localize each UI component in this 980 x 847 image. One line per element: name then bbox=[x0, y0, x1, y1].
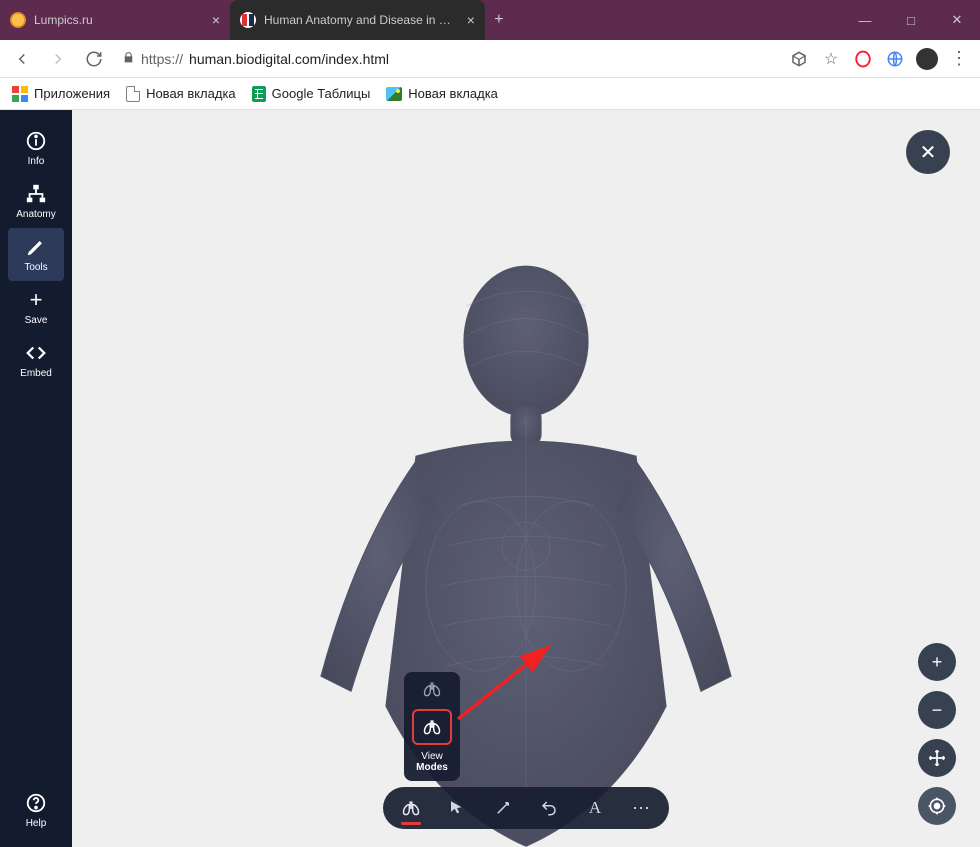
lock-icon bbox=[122, 51, 135, 67]
toolbar-more[interactable]: ⋯ bbox=[629, 793, 653, 823]
rail-label: Anatomy bbox=[16, 209, 55, 220]
bookmark-apps[interactable]: Приложения bbox=[12, 86, 110, 102]
new-tab-button[interactable]: + bbox=[485, 0, 513, 40]
popover-label: View Modes bbox=[416, 751, 448, 773]
opera-icon[interactable] bbox=[850, 46, 876, 72]
rail-save[interactable]: + Save bbox=[8, 281, 64, 334]
tab-lumpics[interactable]: Lumpics.ru × bbox=[0, 0, 230, 40]
minimize-button[interactable]: — bbox=[842, 0, 888, 40]
bookmark-item[interactable]: Новая вкладка bbox=[126, 86, 236, 102]
globe-icon[interactable] bbox=[882, 46, 908, 72]
model-viewport[interactable]: ✕ View Modes bbox=[72, 110, 980, 847]
maximize-button[interactable]: □ bbox=[888, 0, 934, 40]
favicon-lumpics bbox=[10, 12, 26, 28]
url-scheme: https:// bbox=[141, 51, 183, 67]
info-icon bbox=[25, 130, 47, 152]
rail-label: Save bbox=[25, 315, 48, 326]
url-input[interactable]: https:// human.biodigital.com/index.html bbox=[116, 45, 778, 73]
kebab-menu-icon[interactable]: ⋮ bbox=[946, 46, 972, 72]
url-text: human.biodigital.com/index.html bbox=[189, 51, 389, 67]
toolbar-view-modes[interactable] bbox=[399, 793, 423, 823]
toolbar-dissect[interactable] bbox=[491, 793, 515, 823]
close-icon[interactable]: × bbox=[212, 12, 220, 28]
tab-title: Human Anatomy and Disease in … bbox=[264, 13, 451, 27]
rail-anatomy[interactable]: Anatomy bbox=[8, 175, 64, 228]
toolbar-undo[interactable] bbox=[537, 793, 561, 823]
rail-label: Embed bbox=[20, 368, 52, 379]
zoom-controls: + − bbox=[918, 643, 956, 825]
code-icon bbox=[25, 342, 47, 364]
bookmark-label: Новая вкладка bbox=[146, 86, 236, 101]
bookmark-item[interactable]: Новая вкладка bbox=[386, 86, 498, 101]
rail-tools[interactable]: Tools bbox=[8, 228, 64, 281]
back-button[interactable] bbox=[8, 45, 36, 73]
favicon-biodigital bbox=[240, 12, 256, 28]
star-icon[interactable]: ☆ bbox=[818, 46, 844, 72]
zoom-in-button[interactable]: + bbox=[918, 643, 956, 681]
apps-icon bbox=[12, 86, 28, 102]
window-titlebar: Lumpics.ru × Human Anatomy and Disease i… bbox=[0, 0, 980, 40]
window-close-button[interactable]: ✕ bbox=[934, 0, 980, 40]
document-icon bbox=[126, 86, 140, 102]
rail-label: Info bbox=[28, 156, 45, 167]
image-icon bbox=[386, 87, 402, 101]
sheets-icon bbox=[252, 86, 266, 102]
xray-icon[interactable] bbox=[422, 680, 442, 703]
plus-icon: + bbox=[25, 289, 47, 311]
bottom-toolbar: A ⋯ bbox=[383, 787, 669, 829]
view-mode-button[interactable] bbox=[412, 709, 452, 745]
rail-help[interactable]: Help bbox=[8, 784, 64, 837]
reload-button[interactable] bbox=[80, 45, 108, 73]
left-rail: Info Anatomy Tools + Save Embed bbox=[0, 110, 72, 847]
close-icon[interactable]: × bbox=[467, 12, 475, 28]
bookmark-label: Google Таблицы bbox=[272, 86, 371, 101]
window-controls: — □ ✕ bbox=[842, 0, 980, 40]
hierarchy-icon bbox=[25, 183, 47, 205]
tab-title: Lumpics.ru bbox=[34, 13, 93, 27]
close-overlay-button[interactable]: ✕ bbox=[906, 130, 950, 174]
bookmark-label: Новая вкладка bbox=[408, 86, 498, 101]
recenter-button[interactable] bbox=[918, 787, 956, 825]
rail-info[interactable]: Info bbox=[8, 122, 64, 175]
toolbar-annotate[interactable]: A bbox=[583, 793, 607, 823]
toolbar-cursor[interactable] bbox=[445, 793, 469, 823]
bookmarks-bar: Приложения Новая вкладка Google Таблицы … bbox=[0, 78, 980, 110]
close-icon: ✕ bbox=[920, 140, 937, 165]
anatomy-figure bbox=[266, 247, 786, 847]
plus-icon: + bbox=[932, 652, 943, 673]
minus-icon: − bbox=[932, 700, 943, 721]
app-area: Info Anatomy Tools + Save Embed bbox=[0, 110, 980, 847]
translate-icon[interactable] bbox=[786, 46, 812, 72]
rail-label: Tools bbox=[24, 262, 47, 273]
address-bar: https://human.biodigital.com/index.html … bbox=[0, 40, 980, 78]
pencil-icon bbox=[25, 236, 47, 258]
forward-button[interactable] bbox=[44, 45, 72, 73]
profile-avatar[interactable] bbox=[914, 46, 940, 72]
help-icon bbox=[25, 792, 47, 814]
rail-label: Help bbox=[26, 818, 47, 829]
rail-embed[interactable]: Embed bbox=[8, 334, 64, 387]
tab-biodigital[interactable]: Human Anatomy and Disease in … × bbox=[230, 0, 485, 40]
zoom-out-button[interactable]: − bbox=[918, 691, 956, 729]
bookmark-item[interactable]: Google Таблицы bbox=[252, 86, 371, 102]
bookmark-label: Приложения bbox=[34, 86, 110, 101]
view-modes-popover: View Modes bbox=[404, 672, 460, 781]
pan-button[interactable] bbox=[918, 739, 956, 777]
